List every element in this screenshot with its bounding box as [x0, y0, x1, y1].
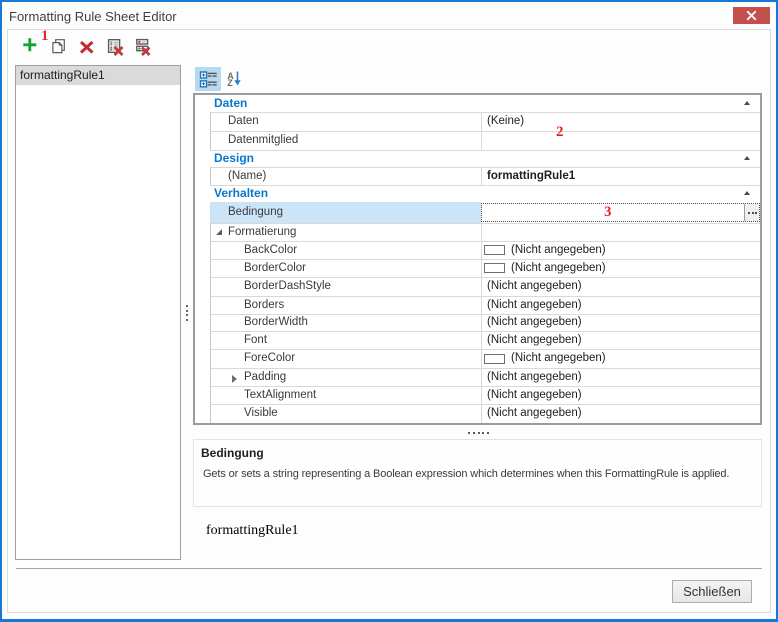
svg-text:Z: Z — [227, 78, 233, 88]
